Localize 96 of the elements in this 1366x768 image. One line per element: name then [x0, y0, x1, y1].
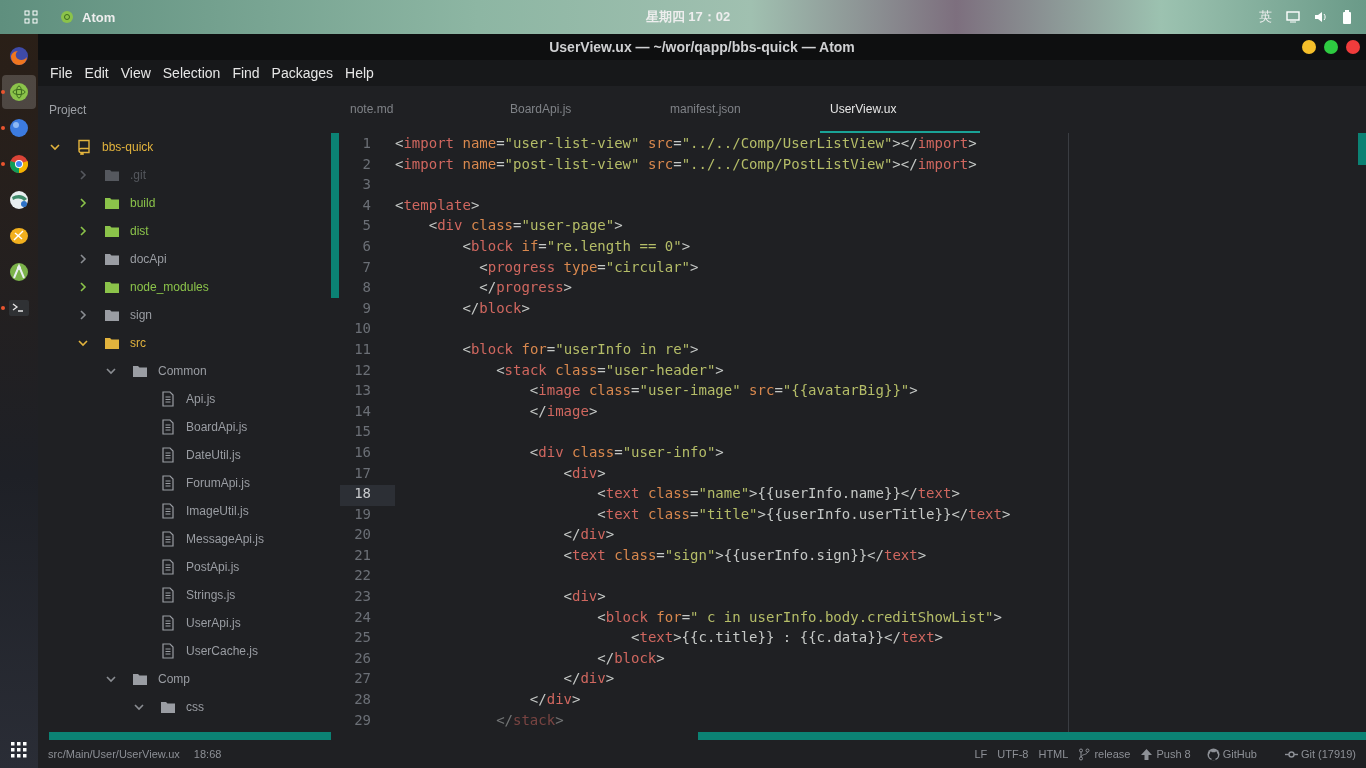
code-line: <block for=" c in userInfo.body.creditShowList">: [596, 608, 1002, 625]
line-number: 1: [361, 135, 372, 153]
tree-item-label[interactable]: docApi: [130, 252, 167, 266]
code-line: </block>: [596, 649, 665, 666]
tree-item-label[interactable]: BoardApi.js: [186, 420, 248, 434]
code-line: <text class="title">{{userInfo.userTitle}}</text>: [596, 505, 1011, 522]
tree-item-label[interactable]: bbs-quick: [102, 140, 154, 154]
tree-item-label[interactable]: UserApi.js: [186, 616, 241, 630]
tree-item-label[interactable]: PostApi.js: [186, 560, 240, 574]
code-line: <div>: [562, 588, 606, 605]
code-line: </stack>: [495, 711, 564, 728]
panel-title[interactable]: Project: [38, 102, 340, 117]
code-line: <text>{{c.title}} : {{c.data}}</text>: [630, 629, 944, 646]
line-number: 4: [361, 196, 372, 215]
tree-item-label[interactable]: DateUtil.js: [186, 448, 241, 462]
tree-item-label[interactable]: Common: [158, 364, 207, 378]
line-number: 18: [340, 485, 395, 506]
line-number: 17: [353, 464, 372, 483]
status-item[interactable]: HTML: [1038, 748, 1069, 760]
menu-item[interactable]: Edit: [78, 65, 115, 81]
code-line: <div class="user-page">: [427, 217, 623, 234]
tree-item-label[interactable]: Comp: [158, 672, 190, 686]
line-number: 9: [361, 299, 372, 318]
tree-item-label[interactable]: build: [130, 196, 156, 210]
line-number: 6: [361, 237, 372, 256]
line-number: 27: [353, 670, 372, 689]
code-line: <block for="userInfo in re">: [461, 340, 699, 357]
menu-item[interactable]: File: [44, 65, 79, 81]
code-line: <div>: [562, 464, 606, 481]
line-number: 10: [353, 320, 372, 339]
line-number: 12: [353, 361, 372, 380]
line-number: 11: [353, 340, 372, 359]
line-number: 24: [353, 608, 372, 627]
tree-item-label[interactable]: node_modules: [130, 280, 209, 294]
code-line: <progress type="circular">: [478, 258, 699, 275]
line-number: 16: [353, 443, 372, 462]
menu-item[interactable]: Packages: [265, 65, 340, 81]
tree-item-label[interactable]: MessageApi.js: [186, 532, 265, 546]
status-text[interactable]: 18:68: [193, 748, 222, 760]
menu-item[interactable]: Find: [226, 65, 266, 81]
code-line: </div>: [562, 526, 615, 543]
code-line: </progress>: [478, 279, 573, 296]
code-line: </div>: [528, 691, 581, 708]
code-line: <import name="post-list-view" src="../../Comp/PostListView"></import>: [395, 155, 977, 172]
status-item[interactable]: UTF-8: [997, 748, 1029, 760]
status-text[interactable]: src/Main/User/UserView.ux: [48, 748, 180, 760]
line-number: 7: [361, 258, 372, 277]
editor-tab[interactable]: BoardApi.js: [500, 86, 660, 133]
code-line: <import name="user-list-view" src="../../Comp/UserListView"></import>: [395, 135, 977, 151]
line-number: 19: [353, 505, 372, 524]
line-number: 21: [353, 546, 372, 565]
line-number: 22: [353, 567, 372, 586]
menu-item[interactable]: View: [114, 65, 157, 81]
code-line: <text class="sign">{{userInfo.sign}}</text>: [562, 546, 927, 563]
code-line: <div class="user-info">: [528, 443, 724, 460]
tree-item-label[interactable]: sign: [130, 308, 152, 322]
line-number: 15: [353, 423, 372, 442]
line-number: 26: [353, 649, 372, 668]
code-line: <template>: [395, 196, 480, 213]
code-line: </image>: [528, 402, 598, 419]
status-item[interactable]: LF: [974, 748, 988, 760]
tree-item-label[interactable]: ForumApi.js: [186, 476, 250, 490]
tree-item-label[interactable]: src: [130, 336, 146, 350]
menu-item[interactable]: Selection: [156, 65, 227, 81]
window-title: UserView.ux — ~/wor/qapp/bbs-quick — Atom: [549, 39, 855, 55]
status-item[interactable]: release: [1078, 747, 1131, 761]
editor-tab[interactable]: manifest.json: [660, 86, 820, 133]
editor-tab[interactable]: note.md: [340, 86, 500, 133]
status-item[interactable]: GitHub: [1206, 747, 1257, 761]
line-number: 29: [353, 711, 372, 730]
line-number: 8: [361, 279, 372, 298]
status-item[interactable]: Git (17919): [1284, 747, 1356, 761]
line-number: 14: [353, 402, 372, 421]
code-line: <stack class="user-header">: [495, 361, 724, 378]
line-number: 23: [353, 588, 372, 607]
code-line: <image class="user-image" src="{{avatarBig}}">: [528, 382, 918, 399]
editor-tab[interactable]: UserView.ux: [820, 86, 980, 133]
code-line: </div>: [562, 670, 615, 687]
code-line: </block>: [461, 299, 530, 316]
menu-item[interactable]: Help: [339, 65, 380, 81]
line-number: 5: [361, 217, 372, 236]
line-number: 20: [353, 526, 372, 545]
line-number: 25: [353, 629, 372, 648]
tree-item-label[interactable]: Strings.js: [186, 588, 236, 602]
tree-item-label[interactable]: UserCache.js: [186, 644, 259, 658]
tree-item-label[interactable]: css: [186, 700, 204, 714]
tree-item-label[interactable]: Api.js: [186, 392, 216, 406]
line-number: 3: [361, 176, 372, 195]
tree-item-label[interactable]: ImageUtil.js: [186, 504, 249, 518]
line-number: 13: [353, 382, 372, 401]
status-item[interactable]: Push 8: [1140, 747, 1191, 761]
tree-item-label[interactable]: dist: [130, 224, 149, 238]
code-line: <text class="name">{{userInfo.name}}</text>: [596, 485, 960, 502]
line-number: 2: [361, 155, 372, 174]
code-line: <block if="re.length == 0">: [461, 237, 691, 254]
line-number: 28: [353, 691, 372, 710]
